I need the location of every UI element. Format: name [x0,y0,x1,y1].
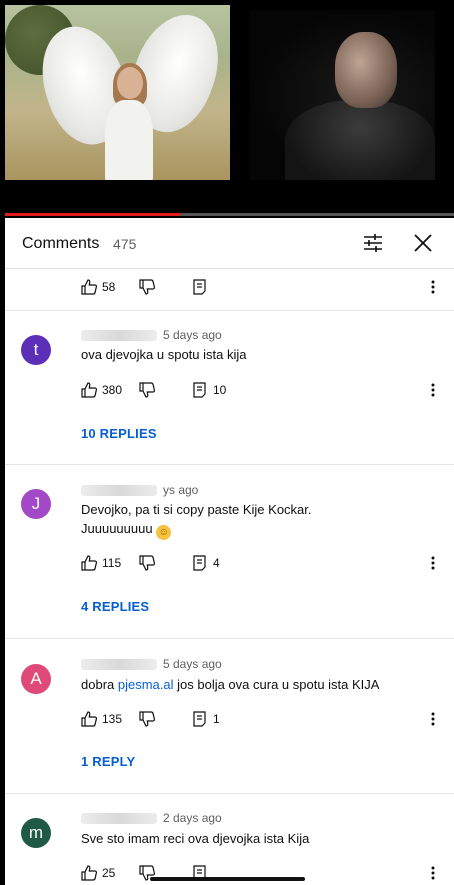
comment-meta: ys ago [81,483,198,497]
reply-icon [193,382,206,398]
thumbs-up-icon [81,865,97,881]
avatar[interactable]: J [21,489,51,519]
view-replies-button[interactable]: 10 REPLIES [81,426,157,441]
divider [5,310,454,311]
more-options-icon[interactable] [429,279,437,295]
video-frame-right [250,10,435,180]
thumbs-up-icon [81,279,97,295]
divider [5,464,454,465]
more-options-icon[interactable] [429,382,437,398]
sort-filter-icon[interactable] [363,233,383,253]
reply-icon [193,555,206,571]
comment-text: ova djevojka u spotu ista kija [81,347,247,362]
video-frame-left [5,5,230,180]
comment-meta: 5 days ago [81,657,222,671]
comments-count: 475 [113,236,137,252]
redacted-username [81,813,157,825]
avatar-letter: A [30,669,42,688]
redacted-username [81,659,157,671]
thumbs-down-icon [139,555,155,571]
redacted-username [81,330,157,342]
video-progress-played [5,213,181,216]
redacted-username [81,485,157,497]
like-count: 58 [102,280,116,294]
thumbs-up-icon [81,382,97,398]
comment-age: 5 days ago [163,328,222,342]
divider [5,793,454,794]
video-progress-bar[interactable] [5,213,454,216]
reply-count: 10 [213,383,227,397]
view-replies-button[interactable]: 4 REPLIES [81,599,149,614]
thumbs-up-icon [81,555,97,571]
video-player[interactable] [0,0,454,216]
thumbs-down-icon [139,711,155,727]
comment-age: ys ago [163,483,199,497]
comment-link[interactable]: pjesma.al [118,677,174,692]
thumbs-down-icon [139,279,155,295]
avatar[interactable]: t [21,335,51,365]
reply-icon [193,711,206,727]
comment-text-line: Devojko, pa ti si copy paste Kije Kockar… [81,502,312,517]
more-options-icon[interactable] [429,555,437,571]
comment-age: 5 days ago [163,657,222,671]
like-count: 135 [102,712,123,726]
avatar[interactable]: m [21,818,51,848]
thumbs-up-icon [81,711,97,727]
comment-text: dobra pjesma.al jos bolja ova cura u spo… [81,675,421,694]
comments-panel: Comments 475 58 t 5 days ago ova djevojk… [5,218,454,885]
view-replies-button[interactable]: 1 REPLY [81,754,135,769]
comment-text-part: Juuuuuuuuu [81,521,153,536]
comment-meta: 5 days ago [81,328,222,342]
avatar-letter: m [28,823,44,842]
comment-text-part: jos bolja ova cura u spotu ista KIJA [173,677,380,692]
smiling-face-icon: ☺ [156,525,172,540]
avatar-letter: J [31,494,41,513]
like-count: 25 [102,866,116,880]
like-count: 380 [102,383,123,397]
comment-meta: 2 days ago [81,811,222,825]
home-indicator[interactable] [150,877,305,881]
reply-count: 4 [213,556,220,570]
comment-text: Devojko, pa ti si copy paste Kije Kockar… [81,500,421,540]
comment-age: 2 days ago [163,811,222,825]
more-options-icon[interactable] [429,711,437,727]
comment-text: Sve sto imam reci ova djevojka ista Kija [81,831,310,846]
comments-title: Comments [22,235,100,252]
divider [5,638,454,639]
reply-count: 1 [213,712,220,726]
more-options-icon[interactable] [429,865,437,881]
comments-header: Comments 475 [5,218,454,269]
thumbs-down-icon [139,382,155,398]
close-icon[interactable] [413,233,433,253]
avatar[interactable]: A [21,664,51,694]
reply-icon [193,279,206,295]
avatar-letter: t [33,340,39,359]
comment-text-line: Juuuuuuuuu ☺ [81,519,421,540]
comment-text-part: dobra [81,677,118,692]
like-count: 115 [102,556,122,570]
